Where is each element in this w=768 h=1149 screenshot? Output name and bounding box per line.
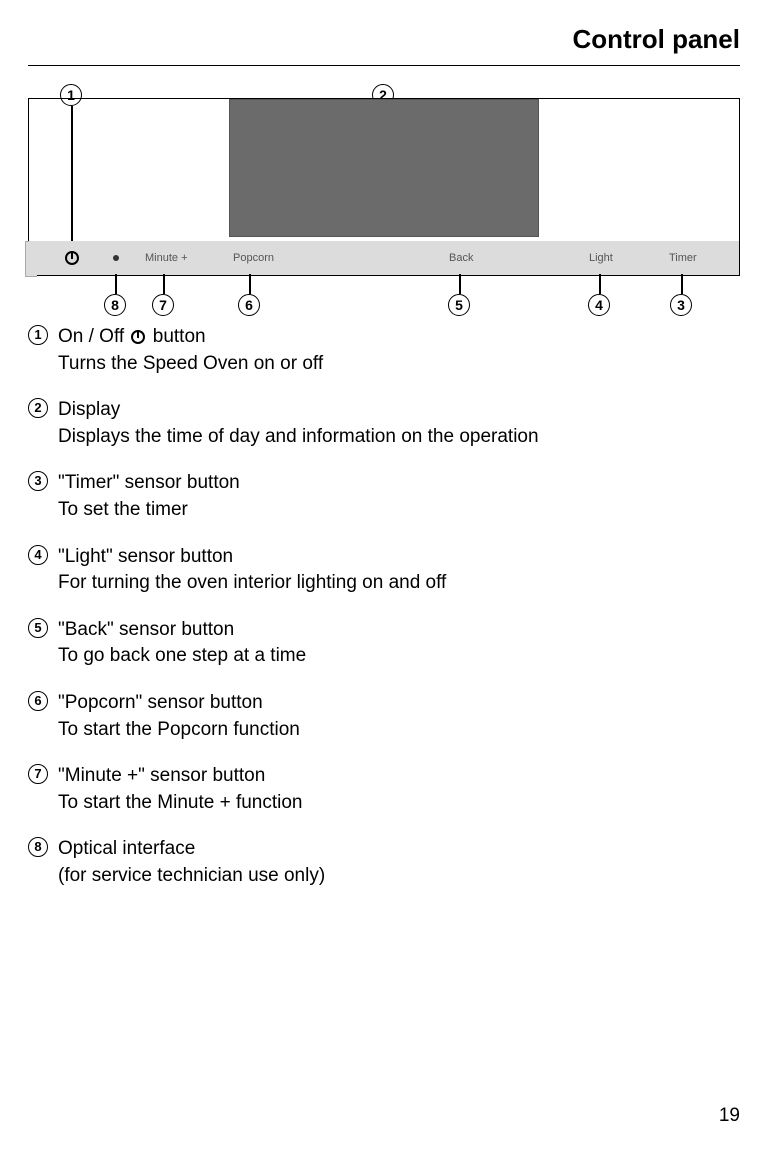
legend-number: 5	[28, 618, 48, 638]
legend-desc: Turns the Speed Oven on or off	[58, 351, 740, 378]
power-icon	[131, 330, 145, 344]
legend-title: "Timer" sensor button	[58, 472, 240, 493]
timer-label: Timer	[669, 252, 697, 264]
legend-number: 7	[28, 764, 48, 784]
legend-item: 2 Display Displays the time of day and i…	[28, 397, 740, 450]
callout-5: 5	[448, 294, 470, 316]
panel-frame: Minute + Popcorn Back Light Timer	[28, 98, 740, 276]
connector	[681, 274, 683, 294]
display-screen	[229, 99, 539, 237]
callout-3: 3	[670, 294, 692, 316]
button-strip: Minute + Popcorn Back Light Timer	[29, 241, 739, 275]
page-title: Control panel	[28, 24, 740, 66]
legend-number: 2	[28, 398, 48, 418]
legend-item: 3 "Timer" sensor button To set the timer	[28, 470, 740, 523]
connector	[599, 274, 601, 294]
legend-item: 7 "Minute +" sensor button To start the …	[28, 763, 740, 816]
back-label: Back	[449, 252, 473, 264]
light-label: Light	[589, 252, 613, 264]
connector	[459, 274, 461, 294]
page-number: 19	[719, 1105, 740, 1127]
legend-title: Display	[58, 399, 120, 420]
legend-desc: To start the Popcorn function	[58, 717, 740, 744]
connector	[115, 274, 117, 294]
legend-title: "Light" sensor button	[58, 546, 233, 567]
minute-plus-label: Minute +	[145, 252, 188, 264]
power-icon	[65, 251, 79, 265]
legend-number: 6	[28, 691, 48, 711]
callout-8: 8	[104, 294, 126, 316]
callout-7: 7	[152, 294, 174, 316]
legend-title: On / Off button	[58, 326, 206, 347]
legend-desc: To set the timer	[58, 497, 740, 524]
legend-desc: To start the Minute + function	[58, 790, 740, 817]
legend-title: "Popcorn" sensor button	[58, 692, 263, 713]
legend-number: 1	[28, 325, 48, 345]
legend-title: "Minute +" sensor button	[58, 765, 265, 786]
legend-desc: (for service technician use only)	[58, 863, 740, 890]
legend-item: 4 "Light" sensor button For turning the …	[28, 544, 740, 597]
connector	[163, 274, 165, 294]
callout-4: 4	[588, 294, 610, 316]
legend-desc: For turning the oven interior lighting o…	[58, 570, 740, 597]
legend-item: 8 Optical interface (for service technic…	[28, 836, 740, 889]
callout-6: 6	[238, 294, 260, 316]
legend-title: Optical interface	[58, 838, 195, 859]
legend-item: 1 On / Off button Turns the Speed Oven o…	[28, 324, 740, 377]
legend-item: 5 "Back" sensor button To go back one st…	[28, 617, 740, 670]
legend-number: 8	[28, 837, 48, 857]
control-panel-diagram: 1 2 Minute + Popcorn Back Light Timer 8 …	[28, 98, 740, 276]
optical-dot-icon	[113, 255, 119, 261]
legend-desc: Displays the time of day and information…	[58, 424, 740, 451]
legend-number: 3	[28, 471, 48, 491]
legend-number: 4	[28, 545, 48, 565]
legend-desc: To go back one step at a time	[58, 643, 740, 670]
connector	[249, 274, 251, 294]
legend-title: "Back" sensor button	[58, 619, 234, 640]
legend-item: 6 "Popcorn" sensor button To start the P…	[28, 690, 740, 743]
legend: 1 On / Off button Turns the Speed Oven o…	[28, 324, 740, 890]
popcorn-label: Popcorn	[233, 252, 274, 264]
